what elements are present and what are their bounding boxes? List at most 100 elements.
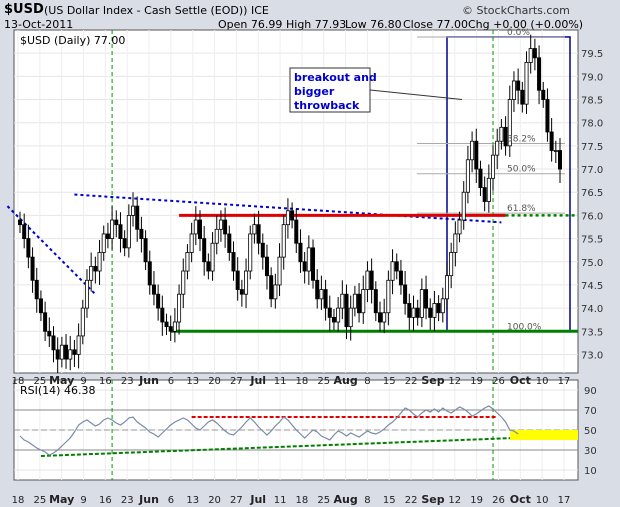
x-tick-label: Jun <box>138 374 159 387</box>
price-bar-body <box>256 224 261 244</box>
price-bar-body <box>252 224 257 235</box>
price-bar-body <box>160 307 165 323</box>
fib-level-label: 100.0% <box>507 322 542 332</box>
price-bar-body <box>89 265 94 281</box>
price-bar-body <box>97 252 102 272</box>
rsi-x-tick-label: Oct <box>510 493 531 506</box>
price-bar-body <box>352 293 357 309</box>
price-bar-body <box>344 293 349 328</box>
price-bar <box>248 225 253 280</box>
price-bar-body <box>511 80 516 100</box>
price-rsi-chart: 73.0 73.5 74.0 74.5 75.0 75.5 76.0 76.5 77.0 77.5… <box>6 28 603 506</box>
rsi-x-tick-label: Sep <box>421 493 444 506</box>
fib-level-label: 0.0% <box>507 28 530 38</box>
fib-level-label: 50.0% <box>507 165 536 175</box>
price-tick-label: 75.0 <box>581 258 603 269</box>
x-tick-label: 13 <box>186 376 199 387</box>
rsi-x-tick-label: Jun <box>138 493 159 506</box>
price-bar-body <box>373 289 378 314</box>
x-tick-label: 10 <box>536 376 549 387</box>
price-bar-body <box>101 233 106 253</box>
rsi-x-tick-label: 22 <box>405 495 418 506</box>
x-tick-label: 8 <box>364 376 370 387</box>
price-bar-body <box>419 289 424 318</box>
price-tick-label: 78.5 <box>581 96 603 107</box>
price-bar-body <box>449 252 454 277</box>
price-bar-body <box>465 159 470 193</box>
price-bar-body <box>264 256 269 277</box>
price-bar-body <box>206 261 211 272</box>
price-bar-body <box>294 219 299 244</box>
x-tick-label: 19 <box>470 376 483 387</box>
price-bar-body <box>528 48 533 63</box>
price-bar-body <box>189 233 194 253</box>
price-bar-body <box>411 307 416 318</box>
price-bar-body <box>365 270 370 290</box>
x-tick-label: 17 <box>558 376 571 387</box>
rsi-x-tick-label: 6 <box>168 495 174 506</box>
price-bar-body <box>84 279 89 309</box>
price-bar-body <box>47 330 52 337</box>
price-bar-body <box>369 270 374 290</box>
rsi-tick-label: 50 <box>584 426 597 437</box>
price-bar-body <box>541 89 546 100</box>
price-tick-label: 74.5 <box>581 281 603 292</box>
price-bar-body <box>336 307 341 323</box>
price-bar-body <box>315 279 320 300</box>
price-bar-body <box>269 275 274 300</box>
x-tick-label: Aug <box>333 374 357 387</box>
x-tick-label: 6 <box>168 376 174 387</box>
x-tick-label: 12 <box>448 376 461 387</box>
price-bar-body <box>30 256 35 281</box>
price-bar-body <box>331 316 336 323</box>
rsi-x-tick-label: 18 <box>12 495 25 506</box>
price-bar-body <box>177 293 182 323</box>
price-bar-body <box>260 242 265 258</box>
price-bar-body <box>386 279 391 314</box>
annotation-box: breakout and bigger throwback <box>289 67 377 113</box>
rsi-legend: RSI(14) 46.38 <box>20 384 95 397</box>
rsi-x-tick-label: 8 <box>364 495 370 506</box>
rsi-x-tick-label: 10 <box>536 495 549 506</box>
rsi-x-tick-label: 11 <box>274 495 287 506</box>
price-tick-label: 74.0 <box>581 304 603 315</box>
price-bar-body <box>26 238 31 258</box>
price-tick-label: 76.5 <box>581 188 603 199</box>
price-bar-body <box>290 210 295 221</box>
price-bar-body <box>357 293 362 314</box>
price-bar-body <box>38 298 43 314</box>
price-bar-body <box>499 126 504 142</box>
price-bar-body <box>139 228 144 239</box>
x-tick-label: 20 <box>208 376 221 387</box>
price-bar-body <box>34 279 39 300</box>
x-tick-label: Jul <box>249 374 266 387</box>
price-bar-body <box>193 219 198 235</box>
price-bar-body <box>470 140 475 161</box>
fib-level-label: 38.2% <box>507 135 536 145</box>
x-tick-label: Sep <box>421 374 444 387</box>
price-bar-body <box>516 80 521 91</box>
price-bar-body <box>197 219 202 239</box>
fib-level-label: 61.8% <box>507 204 536 214</box>
price-bar-body <box>22 224 27 239</box>
price-bar-body <box>311 247 316 281</box>
price-bar-body <box>105 233 110 239</box>
price-bar-body <box>131 205 136 216</box>
price-bar-body <box>390 261 395 281</box>
price-bar-body <box>558 150 563 170</box>
price-bar-body <box>281 224 286 258</box>
rsi-x-tick-label: 26 <box>492 495 505 506</box>
price-bar-body <box>68 349 73 360</box>
price-bar-body <box>361 289 366 314</box>
price-tick-label: 77.5 <box>581 142 603 153</box>
x-tick-label: Oct <box>510 374 531 387</box>
x-tick-label: 22 <box>405 376 418 387</box>
price-bar-body <box>285 210 290 226</box>
x-tick-label: 26 <box>492 376 505 387</box>
annotation-line-3: throwback <box>294 99 360 112</box>
price-bar-body <box>277 256 282 286</box>
rsi-x-tick-label: 9 <box>80 495 86 506</box>
price-bar-body <box>76 335 81 355</box>
price-tick-label: 78.0 <box>581 119 603 130</box>
price-tick-label: 79.5 <box>581 49 603 60</box>
